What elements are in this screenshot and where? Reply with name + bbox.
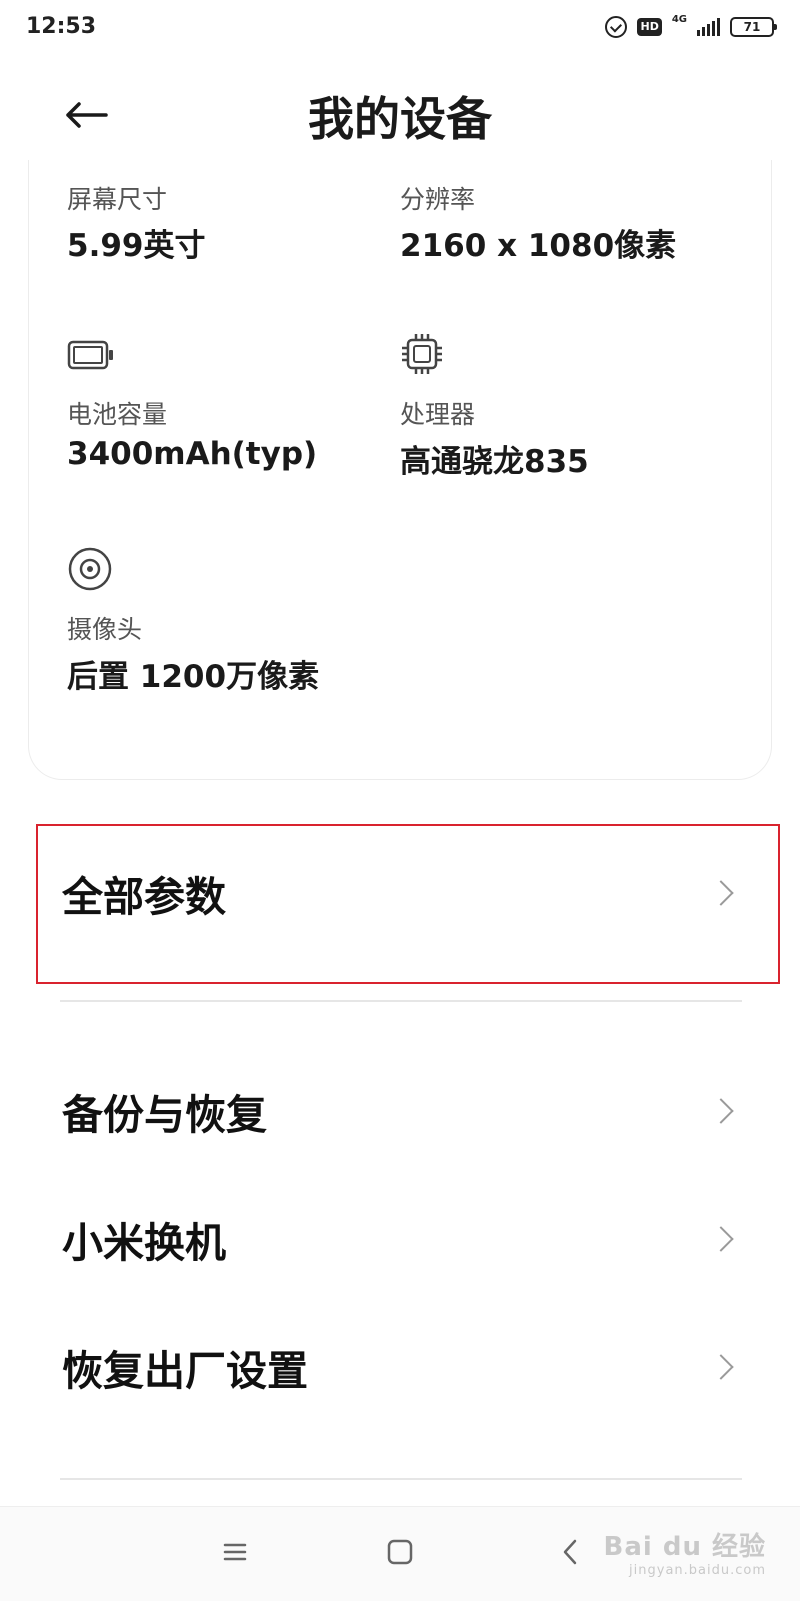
divider — [60, 1478, 742, 1480]
spec-processor-value: 高通骁龙835 — [400, 444, 589, 480]
spec-battery-value: 3400mAh(typ) — [67, 436, 318, 472]
spec-camera-value: 后置 1200万像素 — [67, 659, 320, 695]
spec-processor-label: 处理器 — [400, 400, 476, 429]
battery-level: 71 — [743, 20, 761, 34]
chip-icon — [402, 334, 442, 374]
battery-icon — [67, 340, 113, 370]
chevron-left-icon — [563, 1539, 577, 1565]
spec-camera-label: 摄像头 — [67, 615, 143, 644]
chevron-right-icon — [708, 1226, 734, 1252]
chevron-right-icon — [708, 1098, 734, 1124]
hd-badge: HD — [637, 18, 662, 36]
nav-back-button[interactable] — [545, 1527, 595, 1577]
backup-restore-label: 备份与恢复 — [62, 1091, 267, 1139]
chevron-right-icon — [708, 880, 734, 906]
signal-icon — [697, 18, 720, 36]
factory-reset-item[interactable]: 恢复出厂设置 — [36, 1304, 780, 1430]
watermark: Bai du 经验 jingyan.baidu.com — [604, 1526, 767, 1578]
mi-mover-item[interactable]: 小米换机 — [36, 1176, 780, 1302]
spec-screen-size-label: 屏幕尺寸 — [67, 185, 168, 214]
all-params-label: 全部参数 — [62, 873, 226, 921]
factory-reset-label: 恢复出厂设置 — [62, 1347, 308, 1395]
network-type: 4G — [671, 14, 687, 25]
alarm-icon — [605, 16, 628, 38]
chevron-right-icon — [708, 1354, 734, 1380]
square-icon — [387, 1539, 413, 1565]
backup-restore-item[interactable]: 备份与恢复 — [36, 1048, 780, 1174]
status-time: 12:53 — [26, 14, 97, 39]
watermark-sub: jingyan.baidu.com — [629, 1563, 766, 1578]
watermark-main: Bai du 经验 — [603, 1532, 766, 1562]
mi-mover-label: 小米换机 — [62, 1219, 226, 1267]
camera-lens-icon — [68, 547, 112, 591]
status-icons: HD 4G 71 — [605, 12, 777, 42]
battery-status-icon: 71 — [730, 17, 777, 37]
spec-resolution-label: 分辨率 — [400, 185, 476, 214]
spec-battery-label: 电池容量 — [67, 400, 168, 429]
home-button[interactable] — [375, 1527, 425, 1577]
menu-button[interactable] — [210, 1527, 260, 1577]
spec-screen-size-value: 5.99英寸 — [67, 228, 206, 264]
all-params-item[interactable]: 全部参数 — [36, 830, 780, 956]
divider — [60, 1000, 742, 1002]
page-title: 我的设备 — [308, 92, 492, 146]
hamburger-icon — [223, 1543, 247, 1561]
spec-resolution-value: 2160 x 1080像素 — [400, 228, 677, 264]
